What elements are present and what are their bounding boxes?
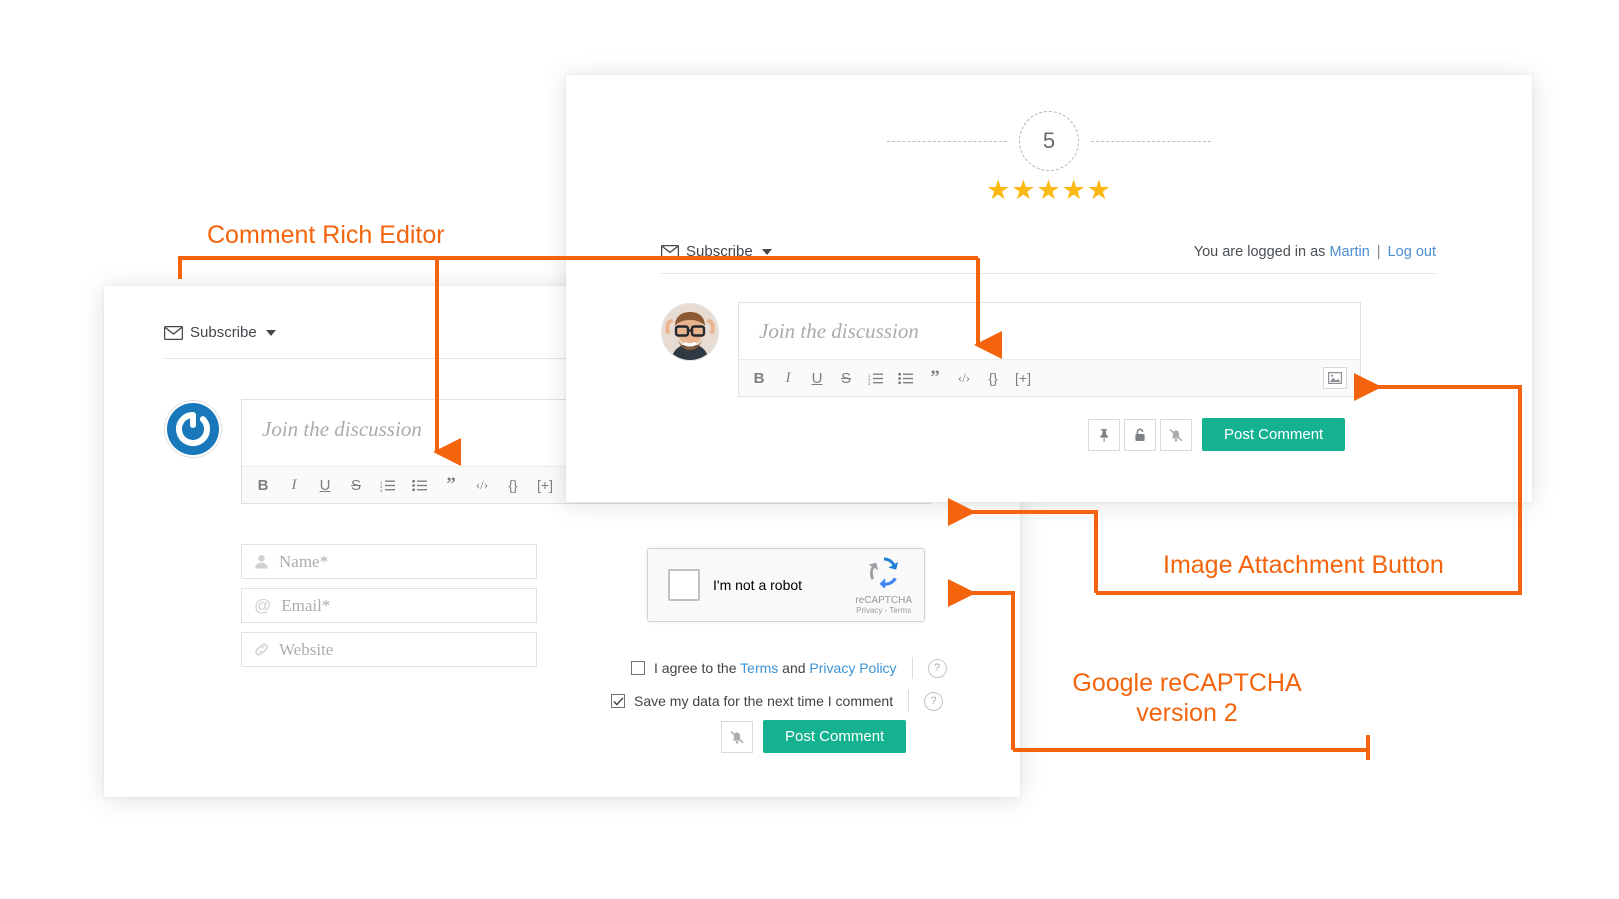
consent-divider-2 — [908, 690, 910, 712]
consent-divider — [911, 657, 913, 679]
logged-in-status: You are logged in as Martin | Log out — [1194, 244, 1436, 260]
front-action-row: Post Comment — [1088, 418, 1346, 451]
subscribe-label-back: Subscribe — [190, 324, 257, 341]
link-icon — [254, 642, 269, 657]
email-field[interactable]: @ Email* — [241, 588, 537, 623]
logout-link[interactable]: Log out — [1388, 244, 1436, 260]
post-comment-button-front[interactable]: Post Comment — [1202, 418, 1346, 451]
front-divider — [661, 273, 1436, 274]
terms-consent-row: I agree to the Terms and Privacy Policy … — [631, 657, 947, 679]
avatar-martin[interactable] — [661, 303, 719, 361]
annotation-image-attachment-button: Image Attachment Button — [1163, 551, 1444, 579]
privacy-policy-link[interactable]: Privacy Policy — [809, 660, 896, 676]
spoiler-icon[interactable]: [+] — [537, 472, 553, 498]
notify-toggle-button-front[interactable] — [1160, 418, 1192, 451]
terms-prefix: I agree to the — [654, 660, 737, 676]
recaptcha-legal: Privacy - Terms — [856, 605, 912, 615]
email-field-placeholder: Email* — [281, 595, 331, 615]
lock-thread-button[interactable] — [1124, 418, 1156, 451]
spoiler-icon[interactable]: [+] — [1015, 365, 1031, 391]
subscribe-dropdown-back[interactable]: Subscribe — [164, 324, 276, 341]
recaptcha-brand-name: reCAPTCHA — [855, 594, 912, 606]
subscribe-dropdown-front[interactable]: Subscribe — [661, 243, 772, 260]
italic-icon[interactable]: I — [781, 365, 795, 391]
rating-row: 5 — [566, 111, 1532, 171]
annotation-google-recaptcha: Google reCAPTCHA version 2 — [1072, 669, 1302, 727]
editor-placeholder-back: Join the discussion — [262, 417, 422, 441]
strikethrough-icon[interactable]: S — [349, 472, 363, 498]
bold-icon[interactable]: B — [256, 472, 270, 498]
underline-icon[interactable]: U — [318, 472, 332, 498]
annotation-comment-rich-editor: Comment Rich Editor — [207, 221, 445, 249]
terms-consent-text: I agree to the Terms and Privacy Policy — [654, 660, 897, 676]
terms-link[interactable]: Terms — [740, 660, 778, 676]
post-comment-button-back[interactable]: Post Comment — [763, 720, 907, 753]
ordered-list-icon[interactable]: 123 — [380, 472, 395, 498]
status-separator: | — [1376, 243, 1381, 260]
question-mark-icon-terms[interactable]: ? — [927, 658, 947, 678]
chevron-down-icon — [761, 248, 772, 255]
editor-placeholder-front: Join the discussion — [759, 319, 919, 343]
chevron-down-icon — [265, 329, 276, 336]
underline-icon[interactable]: U — [810, 365, 824, 391]
source-code-icon[interactable]: {} — [506, 472, 520, 498]
rating-dash-right — [1091, 140, 1211, 142]
terms-checkbox[interactable] — [631, 661, 645, 675]
name-field[interactable]: Name* — [241, 544, 537, 579]
recaptcha-widget[interactable]: I'm not a robot reCAPTCHA Privacy - Term… — [647, 548, 925, 622]
comment-editor-front[interactable]: Join the discussion B I U S 123 ” ‹/› {}… — [738, 302, 1361, 397]
website-field-placeholder: Website — [279, 639, 334, 659]
svg-text:3: 3 — [380, 488, 383, 492]
at-icon: @ — [254, 595, 272, 615]
blockquote-icon[interactable]: ” — [928, 365, 942, 391]
source-code-icon[interactable]: {} — [986, 365, 1000, 391]
save-data-consent-row: Save my data for the next time I comment… — [611, 690, 944, 712]
subscribe-label-front: Subscribe — [686, 243, 753, 260]
rating-stars[interactable]: ★★★★★ — [566, 177, 1532, 204]
back-action-row: Post Comment — [721, 720, 907, 753]
blockquote-icon[interactable]: ” — [444, 472, 458, 498]
editor-toolbar-front: B I U S 123 ” ‹/› {} [+] — [739, 359, 1360, 396]
rating-dash-left — [887, 140, 1007, 142]
logged-in-username[interactable]: Martin — [1329, 244, 1369, 260]
save-data-checkbox[interactable] — [611, 694, 625, 708]
code-icon[interactable]: ‹/› — [957, 365, 971, 391]
recaptcha-brand: reCAPTCHA Privacy - Terms — [855, 556, 912, 615]
bold-icon[interactable]: B — [752, 365, 766, 391]
ordered-list-icon[interactable]: 123 — [868, 365, 883, 391]
logged-in-prefix: You are logged in as — [1193, 243, 1326, 260]
envelope-icon — [661, 245, 679, 258]
strikethrough-icon[interactable]: S — [839, 365, 853, 391]
envelope-icon — [164, 325, 183, 340]
rating-header: 5 ★★★★★ — [566, 111, 1532, 204]
recaptcha-label: I'm not a robot — [713, 577, 803, 593]
avatar-guest — [164, 400, 222, 458]
pin-comment-button[interactable] — [1088, 418, 1120, 451]
code-icon[interactable]: ‹/› — [475, 472, 489, 498]
image-attachment-button-front[interactable] — [1323, 367, 1347, 389]
notify-toggle-button-back[interactable] — [721, 720, 753, 753]
unordered-list-icon[interactable] — [898, 365, 913, 391]
svg-text:3: 3 — [868, 381, 871, 385]
question-mark-icon-save-data[interactable]: ? — [924, 691, 944, 711]
person-icon — [254, 554, 269, 569]
italic-icon[interactable]: I — [287, 472, 301, 498]
recaptcha-checkbox[interactable] — [668, 569, 700, 601]
rating-value-circle: 5 — [1019, 111, 1079, 171]
recaptcha-logo-icon — [868, 557, 898, 589]
terms-middle: and — [782, 660, 806, 676]
save-data-label: Save my data for the next time I comment — [634, 693, 894, 709]
front-subscribe-row: Subscribe You are logged in as Martin | … — [661, 243, 1436, 260]
comment-form-card-logged-in: 5 ★★★★★ Subscribe You are logged in as M… — [566, 75, 1532, 502]
website-field[interactable]: Website — [241, 632, 537, 667]
unordered-list-icon[interactable] — [412, 472, 427, 498]
name-field-placeholder: Name* — [279, 551, 329, 571]
